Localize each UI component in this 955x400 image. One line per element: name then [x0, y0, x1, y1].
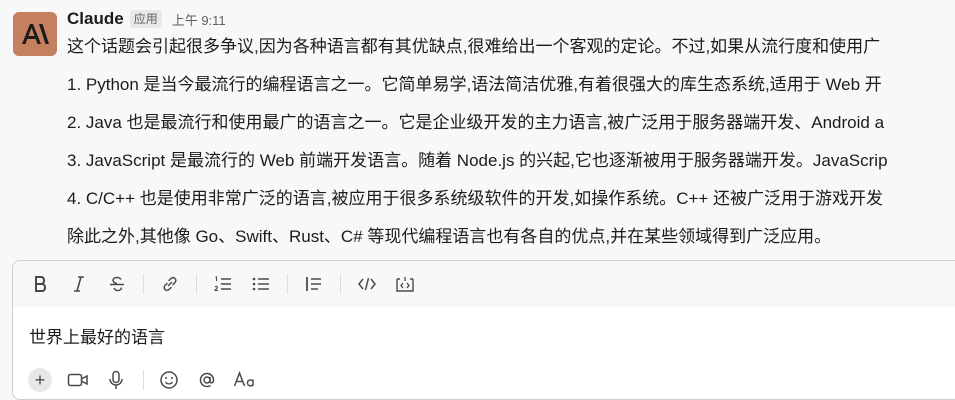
italic-icon [74, 276, 84, 292]
emoji-icon [160, 371, 178, 389]
message-line: 4. C/C++ 也是使用非常广泛的语言,被应用于很多系统级软件的开发,如操作系… [67, 189, 884, 208]
text-format-icon [233, 370, 254, 387]
video-button[interactable] [65, 367, 91, 393]
ordered-list-icon [213, 276, 231, 292]
message-line: 1. Python 是当今最流行的编程语言之一。它简单易学,语法简洁优雅,有着很… [67, 75, 882, 94]
message-line: 2. Java 也是最流行和使用最广的语言之一。它是企业级开发的主力语言,被广泛… [67, 113, 885, 132]
at-sign-icon [199, 372, 215, 388]
bullet-list-button[interactable] [247, 270, 275, 298]
avatar[interactable] [13, 12, 57, 56]
app-badge: 应用 [129, 10, 162, 28]
video-icon [67, 373, 88, 387]
mention-button[interactable] [194, 367, 220, 393]
code-icon [358, 277, 376, 291]
audio-button[interactable] [103, 367, 129, 393]
plus-icon: + [28, 368, 52, 392]
claude-logo-icon [22, 24, 49, 44]
emoji-button[interactable] [156, 367, 182, 393]
message-body: 这个话题会引起很多争议,因为各种语言都有其优缺点,很难给出一个客观的定论。不过,… [67, 35, 955, 249]
toolbar-divider [287, 274, 288, 294]
microphone-icon [109, 370, 123, 389]
message-line: 3. JavaScript 是最流行的 Web 前端开发语言。随着 Node.j… [67, 151, 888, 170]
message-line: 这个话题会引起很多争议,因为各种语言都有其优缺点,很难给出一个客观的定论。不过,… [67, 37, 881, 56]
message-input[interactable]: 世界上最好的语言 [29, 323, 165, 348]
message: Claude 应用 上午 9:11 这个话题会引起很多争议,因为各种语言都有其优… [0, 0, 955, 258]
strikethrough-button[interactable] [103, 270, 131, 298]
message-composer[interactable]: 世界上最好的语言 + [12, 260, 955, 400]
message-line: 除此之外,其他像 Go、Swift、Rust、C# 等现代编程语言也有各自的优点… [67, 227, 832, 246]
text-format-button[interactable] [232, 367, 258, 393]
format-toolbar [13, 261, 955, 307]
toolbar-divider [143, 370, 144, 390]
timestamp[interactable]: 上午 9:11 [172, 10, 226, 29]
message-header: Claude 应用 上午 9:11 [67, 8, 226, 30]
blockquote-button[interactable] [300, 270, 328, 298]
toolbar-divider [196, 274, 197, 294]
sender-name[interactable]: Claude [67, 9, 124, 29]
code-block-button[interactable] [391, 270, 419, 298]
bullet-list-icon [252, 277, 269, 291]
attach-button[interactable]: + [27, 367, 53, 393]
ordered-list-button[interactable] [209, 270, 237, 298]
link-icon [163, 276, 177, 292]
italic-button[interactable] [65, 270, 93, 298]
toolbar-divider [340, 274, 341, 294]
toolbar-divider [143, 274, 144, 294]
blockquote-icon [306, 277, 321, 291]
bold-button[interactable] [27, 270, 55, 298]
code-block-icon [396, 277, 414, 292]
strikethrough-icon [110, 276, 124, 292]
composer-actions: + [27, 367, 270, 393]
link-button[interactable] [156, 270, 184, 298]
code-button[interactable] [353, 270, 381, 298]
bold-icon [35, 276, 47, 292]
